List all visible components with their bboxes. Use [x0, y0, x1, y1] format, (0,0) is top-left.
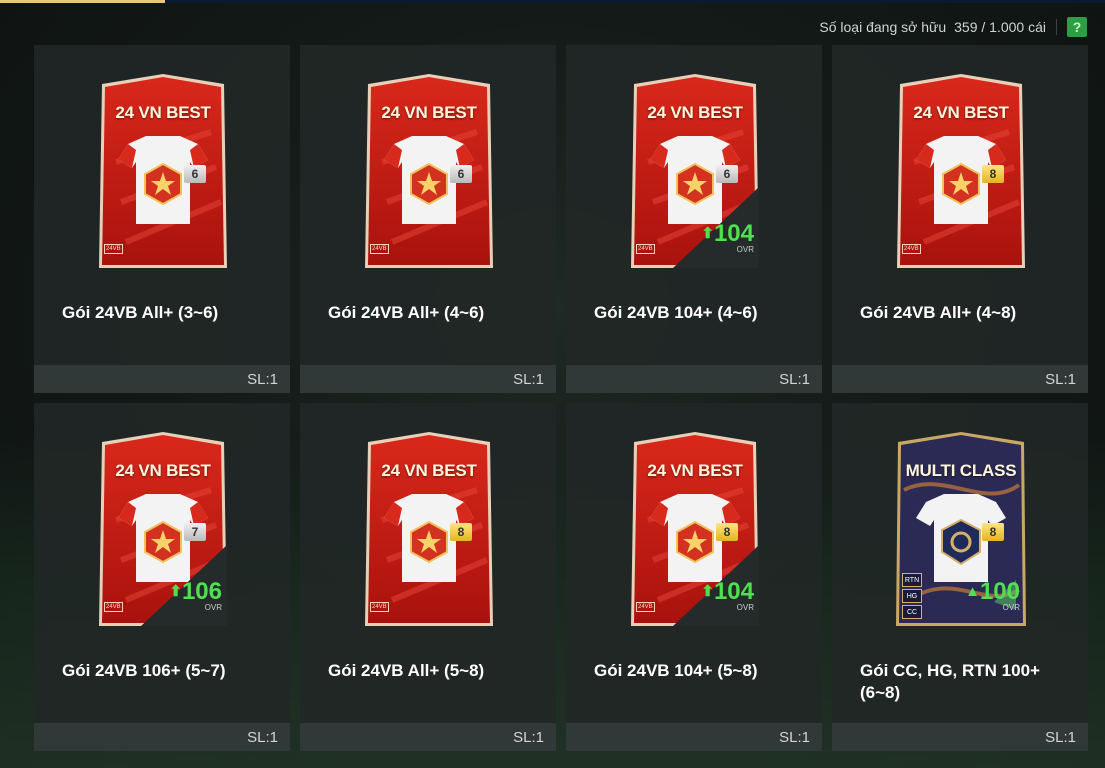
quantity-bar: SL:1	[300, 723, 556, 751]
arrow-up-icon: ▲	[965, 583, 980, 600]
pack-card-title: 24 VN BEST	[647, 461, 743, 480]
tier-badge: 8	[716, 523, 738, 541]
class-badge: CC	[902, 605, 922, 619]
ovr-indicator: ⬆106 OVR	[169, 580, 222, 612]
quantity-label: SL:1	[779, 370, 810, 388]
quantity-label: SL:1	[1045, 728, 1076, 746]
ovr-label: OVR	[204, 603, 222, 612]
arrow-up-icon: ⬆	[701, 583, 714, 600]
pack-card: 24 VN BEST 7 24VB ⬆106 OVR	[96, 430, 230, 630]
quantity-label: SL:1	[247, 728, 278, 746]
owned-label: Số loại đang sở hữu	[819, 19, 947, 35]
pack-card: 24 VN BEST 6 24VB ⬆104 OVR	[628, 72, 762, 272]
quantity-bar: SL:1	[832, 365, 1088, 393]
active-tab-indicator	[0, 0, 165, 3]
pack-name: Gói 24VB 106+ (5~7)	[62, 661, 226, 680]
tier-badge: 6	[184, 165, 206, 183]
tier-badge: 6	[450, 165, 472, 183]
brand-logo: 24VB	[104, 602, 123, 612]
pack-card-title: 24 VN BEST	[381, 103, 477, 122]
pack-card-title: 24 VN BEST	[647, 103, 743, 122]
pack-card: MULTI CLASS 8 RTN HG CC ▲100 OVR	[894, 430, 1028, 630]
pack-card: 24 VN BEST 8 24VB	[362, 430, 496, 630]
ovr-indicator: ▲100 OVR	[965, 580, 1020, 612]
ovr-value: 104	[713, 220, 754, 247]
pack-tile[interactable]: 24 VN BEST 8 24VB Gói 24VB All+ (4~8) SL:1	[832, 45, 1088, 393]
ovr-label: OVR	[1002, 603, 1020, 612]
class-badge: RTN	[902, 573, 922, 587]
pack-card-title: 24 VN BEST	[115, 103, 211, 122]
pack-tile[interactable]: 24 VN BEST 8 24VB Gói 24VB All+ (5~8) SL:1	[300, 403, 556, 751]
tier-badge: 7	[184, 523, 206, 541]
ovr-value: 104	[713, 578, 754, 605]
tier-badge: 8	[982, 523, 1004, 541]
pack-tile[interactable]: 24 VN BEST 8 24VB ⬆104 OVR Gói 24VB 104+ (5~8…	[566, 403, 822, 751]
class-badge: HG	[902, 589, 922, 603]
brand-logo: 24VB	[104, 244, 123, 254]
pack-card-title: MULTI CLASS	[905, 461, 1017, 480]
quantity-bar: SL:1	[832, 723, 1088, 751]
quantity-label: SL:1	[513, 370, 544, 388]
pack-card-art	[99, 74, 227, 268]
quantity-label: SL:1	[247, 370, 278, 388]
brand-logo: 24VB	[370, 244, 389, 254]
pack-tile[interactable]: 24 VN BEST 6 24VB Gói 24VB All+ (3~6) SL:1	[34, 45, 290, 393]
pack-name: Gói CC, HG, RTN 100+ (6~8)	[860, 661, 1040, 702]
tier-badge: 8	[450, 523, 472, 541]
owned-count-bar: Số loại đang sở hữu 359 / 1.000 cái ?	[819, 16, 1087, 38]
ovr-indicator: ⬆104 OVR	[701, 580, 754, 612]
pack-tile[interactable]: MULTI CLASS 8 RTN HG CC ▲100 OVR Gói CC, HG, RT…	[832, 403, 1088, 751]
quantity-label: SL:1	[513, 728, 544, 746]
pack-card-title: 24 VN BEST	[381, 461, 477, 480]
pack-card-art	[365, 74, 493, 268]
pack-card-title: 24 VN BEST	[913, 103, 1009, 122]
brand-logo: 24VB	[370, 602, 389, 612]
pack-card-art	[365, 432, 493, 626]
ovr-label: OVR	[736, 603, 754, 612]
pack-name: Gói 24VB All+ (4~6)	[328, 303, 485, 322]
tier-badge: 8	[982, 165, 1004, 183]
quantity-label: SL:1	[779, 728, 810, 746]
top-nav-strip	[0, 0, 1105, 3]
owned-count: 359 / 1.000 cái	[954, 19, 1046, 35]
arrow-up-icon: ⬆	[701, 225, 714, 242]
pack-card: 24 VN BEST 8 24VB	[894, 72, 1028, 272]
quantity-label: SL:1	[1045, 370, 1076, 388]
quantity-bar: SL:1	[34, 723, 290, 751]
question-icon[interactable]: ?	[1067, 17, 1087, 37]
pack-name: Gói 24VB 104+ (5~8)	[594, 661, 758, 680]
quantity-bar: SL:1	[566, 723, 822, 751]
divider	[1056, 19, 1057, 35]
ovr-label: OVR	[736, 245, 754, 254]
pack-card: 24 VN BEST 6 24VB	[96, 72, 230, 272]
pack-card: 24 VN BEST 8 24VB ⬆104 OVR	[628, 430, 762, 630]
brand-logo: 24VB	[902, 244, 921, 254]
arrow-up-icon: ⬆	[169, 583, 182, 600]
quantity-bar: SL:1	[566, 365, 822, 393]
pack-tile[interactable]: 24 VN BEST 6 24VB ⬆104 OVR Gói 24VB 104+ (4~6…	[566, 45, 822, 393]
quantity-bar: SL:1	[300, 365, 556, 393]
ovr-value: 106	[181, 578, 222, 605]
ovr-value: 100	[979, 578, 1020, 605]
pack-grid: 24 VN BEST 6 24VB Gói 24VB All+ (3~6) SL:1 2…	[34, 45, 1088, 751]
pack-name: Gói 24VB 104+ (4~6)	[594, 303, 758, 322]
tier-badge: 6	[716, 165, 738, 183]
pack-name: Gói 24VB All+ (3~6)	[62, 303, 219, 322]
pack-tile[interactable]: 24 VN BEST 6 24VB Gói 24VB All+ (4~6) SL:1	[300, 45, 556, 393]
pack-card-title: 24 VN BEST	[115, 461, 211, 480]
brand-logo: 24VB	[636, 244, 655, 254]
pack-tile[interactable]: 24 VN BEST 7 24VB ⬆106 OVR Gói 24VB 106+ (5~7…	[34, 403, 290, 751]
pack-card: 24 VN BEST 6 24VB	[362, 72, 496, 272]
brand-logo: 24VB	[636, 602, 655, 612]
pack-card-art	[897, 74, 1025, 268]
ovr-indicator: ⬆104 OVR	[701, 222, 754, 254]
pack-name: Gói 24VB All+ (5~8)	[328, 661, 485, 680]
pack-name: Gói 24VB All+ (4~8)	[860, 303, 1017, 322]
quantity-bar: SL:1	[34, 365, 290, 393]
